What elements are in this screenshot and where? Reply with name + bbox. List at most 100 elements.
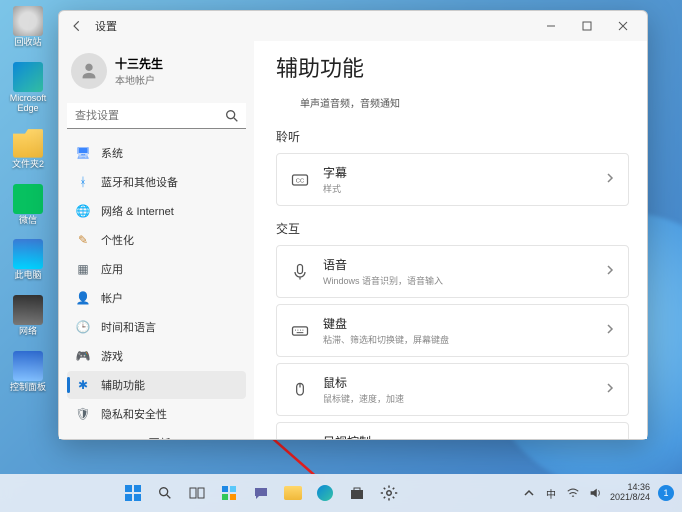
chevron-right-icon xyxy=(604,263,616,281)
nav-privacy[interactable]: 🛡 隐私和安全性 xyxy=(67,400,246,428)
card-subtitle: Windows 语音识别，语音输入 xyxy=(323,274,592,287)
nav-bluetooth[interactable]: ᚼ蓝牙和其他设备 xyxy=(67,168,246,196)
desktop-label: 控制面板 xyxy=(10,383,46,393)
search-icon xyxy=(157,485,173,501)
card-mouse[interactable]: 鼠标鼠标键，速度，加速 xyxy=(276,363,629,416)
clock-date: 2021/8/24 xyxy=(610,493,650,503)
privacy-icon: 🛡 xyxy=(75,406,91,422)
windows-icon xyxy=(124,484,142,502)
card-speech[interactable]: 语音Windows 语音识别，语音输入 xyxy=(276,245,629,298)
search-input[interactable] xyxy=(67,103,246,129)
nav-list: 🖥系统ᚼ蓝牙和其他设备 🌐 网络 & Internet ✎个性化▦应用 👤 帐户 🕒时间和语… xyxy=(67,139,246,439)
apps-icon: ▦ xyxy=(75,261,91,277)
volume-tray[interactable] xyxy=(588,486,602,500)
desktop-recycle-bin[interactable]: 回收站 xyxy=(6,6,50,48)
taskbar: 中 14:36 2021/8/24 1 xyxy=(0,474,682,512)
desktop-label: 微信 xyxy=(19,216,37,226)
desktop-control-panel[interactable]: 控制面板 xyxy=(6,351,50,393)
section-label: 聆听 xyxy=(276,128,629,145)
card-captions[interactable]: CC字幕样式 xyxy=(276,153,629,206)
folder-icon xyxy=(13,128,43,158)
svg-text:CC: CC xyxy=(296,178,304,184)
nav-label: 隐私和安全性 xyxy=(101,406,167,422)
desktop-label: 此电脑 xyxy=(14,271,41,281)
widgets[interactable] xyxy=(216,480,242,506)
network-icon: 🌐 xyxy=(75,203,91,219)
desktop-network[interactable]: 网络 xyxy=(6,295,50,337)
store[interactable] xyxy=(344,480,370,506)
accounts-icon: 👤 xyxy=(75,290,91,306)
recycle-bin-icon xyxy=(13,6,43,36)
taskview-icon xyxy=(189,485,205,501)
nav-label: 蓝牙和其他设备 xyxy=(101,174,178,190)
desktop-this-pc[interactable]: 此电脑 xyxy=(6,239,50,281)
minimize-button[interactable] xyxy=(533,13,569,39)
sidebar: 十三先生 本地帐户 🖥系统ᚼ蓝牙和其他设备🌐网络 & Internet✎个性化▦… xyxy=(59,41,254,439)
tray-chevron[interactable] xyxy=(522,486,536,500)
nav-apps[interactable]: ▦应用 xyxy=(67,255,246,283)
control-panel-icon xyxy=(13,351,43,381)
nav-personalization[interactable]: ✎个性化 xyxy=(67,226,246,254)
nav-label: 辅助功能 xyxy=(101,377,145,393)
card-subtitle: 粘滞、筛选和切换键，屏幕键盘 xyxy=(323,333,592,346)
nav-gaming[interactable]: 🎮游戏 xyxy=(67,342,246,370)
desktop-wechat[interactable]: 微信 xyxy=(6,184,50,226)
nav-system[interactable]: 🖥系统 xyxy=(67,139,246,167)
chat-icon xyxy=(253,485,269,501)
window-title: 设置 xyxy=(95,18,117,34)
truncated-row: 单声道音频，音频通知 xyxy=(276,93,629,122)
card-subtitle: 鼠标键，速度，加速 xyxy=(323,392,592,405)
page-title: 辅助功能 xyxy=(276,51,629,83)
user-block[interactable]: 十三先生 本地帐户 xyxy=(67,45,246,101)
system-tray: 中 14:36 2021/8/24 1 xyxy=(522,483,682,503)
start-button[interactable] xyxy=(120,480,146,506)
card-title: 目视控制 xyxy=(323,433,592,439)
accessibility-icon: ✱ xyxy=(75,377,91,393)
taskbar-search[interactable] xyxy=(152,480,178,506)
task-view[interactable] xyxy=(184,480,210,506)
desktop-label: Microsoft Edge xyxy=(6,94,50,114)
nav-time-lang[interactable]: 🕒时间和语言 xyxy=(67,313,246,341)
widgets-icon xyxy=(221,485,237,501)
nav-label: 网络 & Internet xyxy=(101,203,174,219)
close-button[interactable] xyxy=(605,13,641,39)
edge-taskbar[interactable] xyxy=(312,480,338,506)
wifi-icon xyxy=(566,486,580,500)
nav-network[interactable]: 🌐 网络 & Internet xyxy=(67,197,246,225)
clock[interactable]: 14:36 2021/8/24 xyxy=(610,483,650,503)
maximize-icon xyxy=(582,21,592,31)
desktop-folder[interactable]: 文件夹2 xyxy=(6,128,50,170)
settings-taskbar[interactable] xyxy=(376,480,402,506)
explorer[interactable] xyxy=(280,480,306,506)
nav-accessibility[interactable]: ✱ 辅助功能 xyxy=(67,371,246,399)
user-icon xyxy=(78,60,100,82)
ime-indicator[interactable]: 中 xyxy=(544,486,558,500)
store-icon xyxy=(349,485,365,501)
nav-label: 时间和语言 xyxy=(101,319,156,335)
nav-update[interactable]: ⟳Windows 更新 xyxy=(67,429,246,439)
minimize-icon xyxy=(546,21,556,31)
personalization-icon: ✎ xyxy=(75,232,91,248)
arrow-left-icon xyxy=(70,19,84,33)
chevron-right-icon xyxy=(604,381,616,399)
eye-icon xyxy=(289,438,311,440)
chat[interactable] xyxy=(248,480,274,506)
user-name: 十三先生 xyxy=(115,55,163,72)
titlebar: 设置 xyxy=(59,11,647,41)
nav-label: 游戏 xyxy=(101,348,123,364)
card-eye-control[interactable]: 目视控制眼动追踪仪，文本到语音转换 xyxy=(276,422,629,439)
chevron-right-icon xyxy=(604,322,616,340)
notification-badge[interactable]: 1 xyxy=(658,485,674,501)
mic-icon xyxy=(289,261,311,283)
back-button[interactable] xyxy=(65,14,89,38)
network-tray[interactable] xyxy=(566,486,580,500)
card-keyboard[interactable]: 键盘粘滞、筛选和切换键，屏幕键盘 xyxy=(276,304,629,357)
nav-label: 帐户 xyxy=(101,290,123,306)
desktop-label: 文件夹2 xyxy=(12,160,44,170)
folder-icon xyxy=(284,486,302,500)
nav-accounts[interactable]: 👤 帐户 xyxy=(67,284,246,312)
maximize-button[interactable] xyxy=(569,13,605,39)
desktop-edge[interactable]: Microsoft Edge xyxy=(6,62,50,114)
this-pc-icon xyxy=(13,239,43,269)
desktop-label: 回收站 xyxy=(14,38,41,48)
